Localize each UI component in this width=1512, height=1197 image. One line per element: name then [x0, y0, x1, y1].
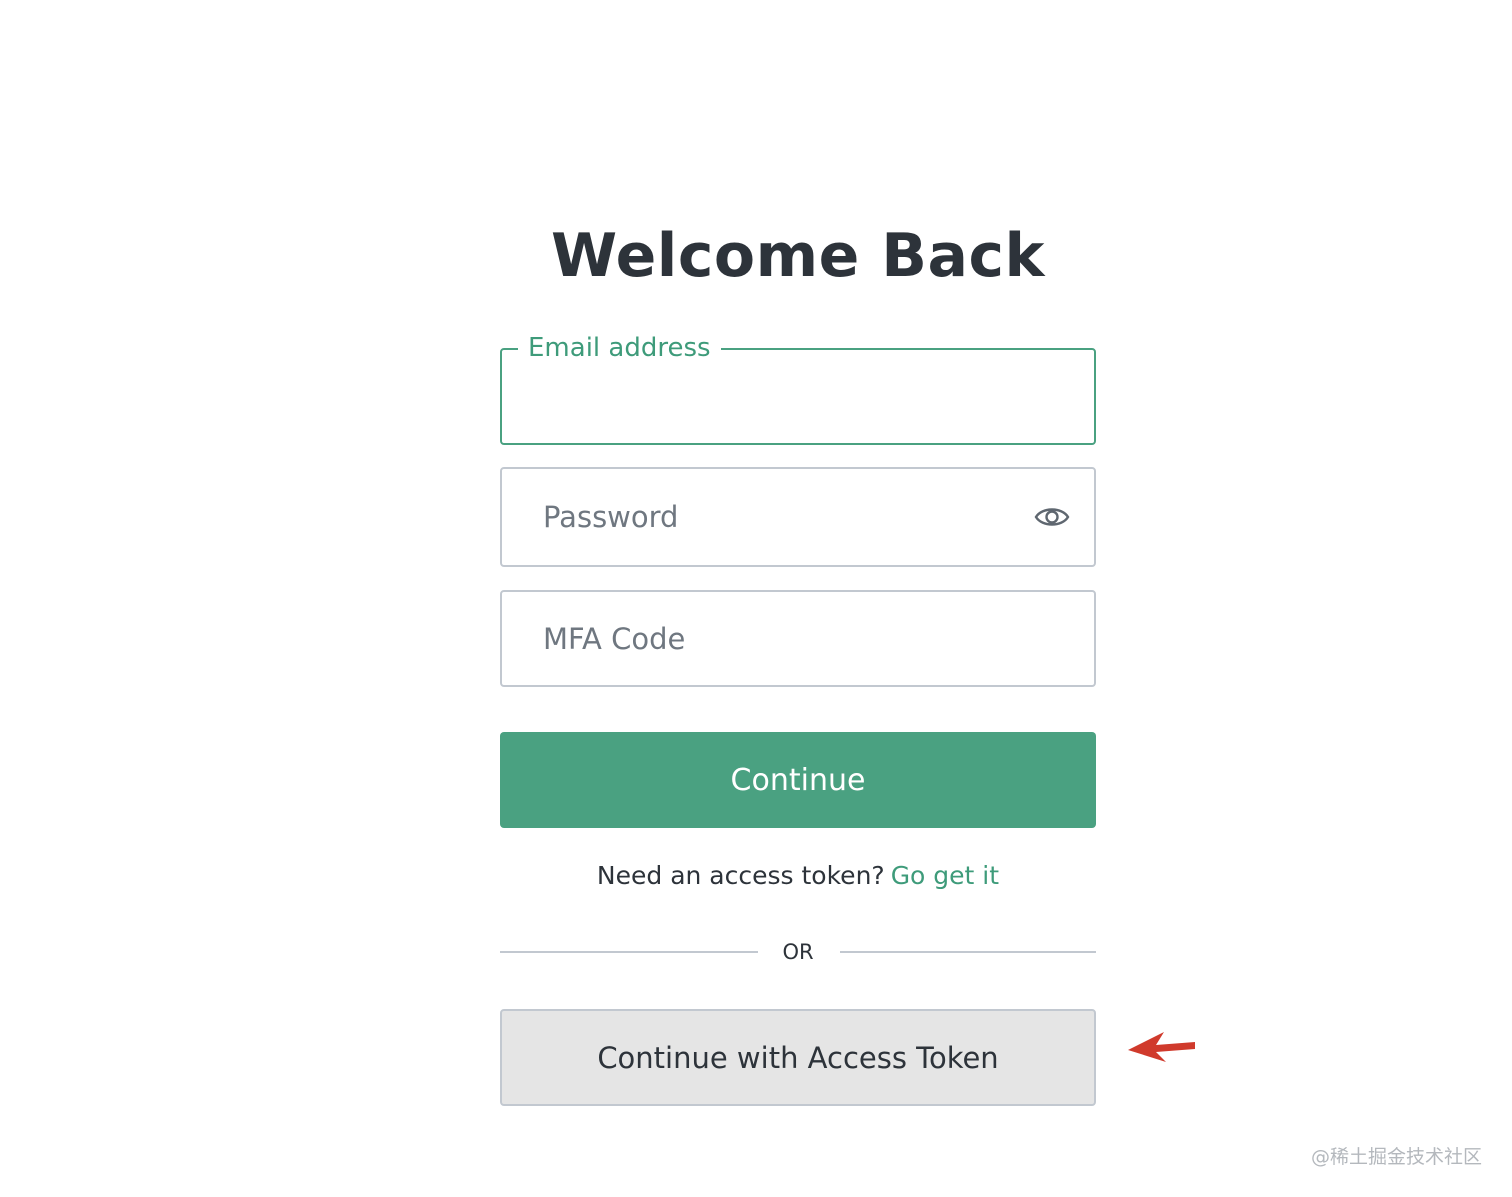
access-token-prompt: Need an access token? Go get it [500, 858, 1096, 894]
login-page: Welcome Back Email address Continue Need… [0, 0, 1512, 1197]
mfa-field-container [500, 590, 1096, 687]
password-field-container [500, 467, 1096, 567]
password-input[interactable] [502, 469, 1094, 565]
mfa-code-input[interactable] [502, 592, 1094, 685]
or-divider: OR [500, 934, 1096, 970]
watermark: @稀土掘金技术社区 [1310, 1146, 1482, 1168]
red-arrow-left-icon [1128, 1032, 1195, 1062]
go-get-it-link[interactable]: Go get it [891, 861, 999, 890]
email-label: Email address [518, 332, 721, 364]
divider-text: OR [782, 940, 814, 964]
continue-with-access-token-button[interactable]: Continue with Access Token [500, 1009, 1096, 1106]
access-token-prompt-text: Need an access token? [596, 861, 885, 890]
email-field-container: Email address [500, 332, 1096, 445]
eye-icon[interactable] [1034, 501, 1070, 533]
continue-button[interactable]: Continue [500, 732, 1096, 828]
page-title: Welcome Back [551, 221, 1045, 291]
